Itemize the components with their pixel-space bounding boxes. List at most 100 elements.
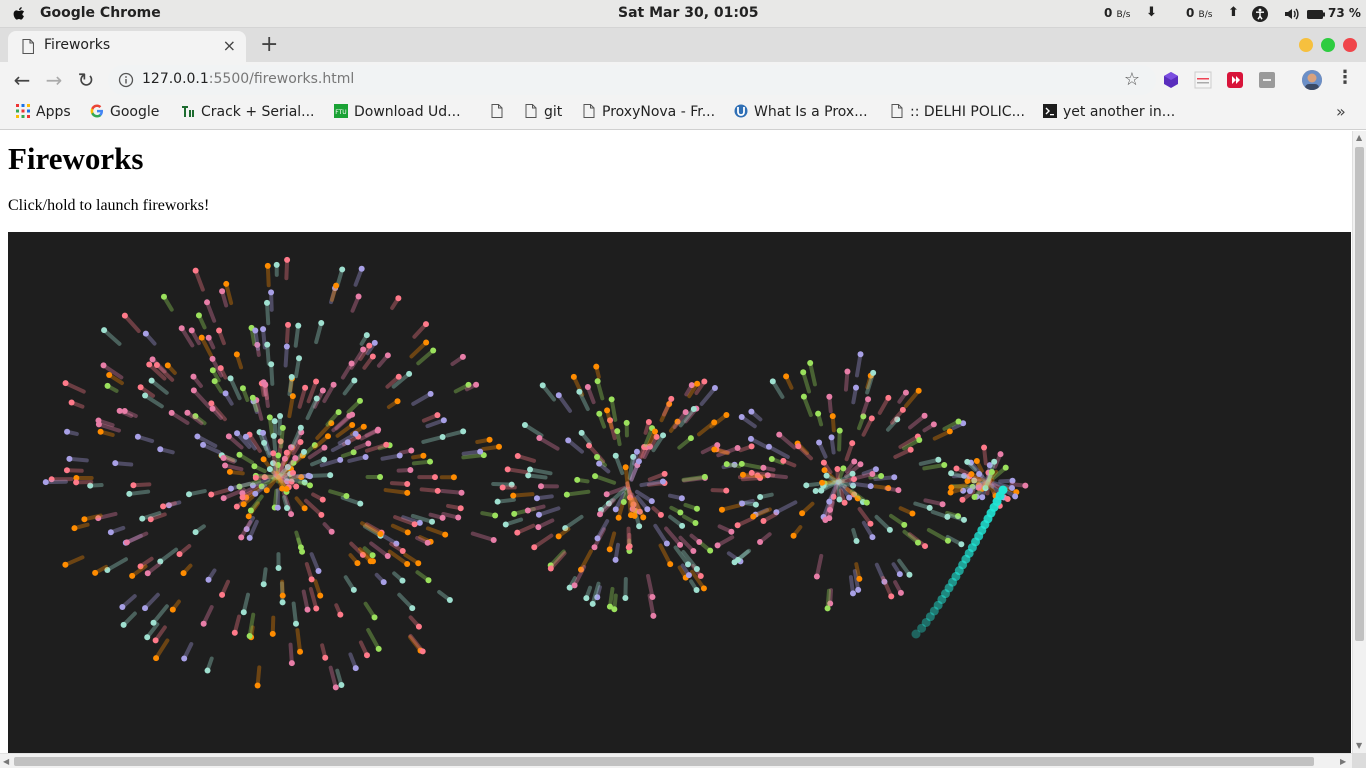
firework-particle (594, 378, 605, 401)
horizontal-scrollbar[interactable]: ◀ ▶ (0, 753, 1352, 768)
volume-icon[interactable] (1283, 5, 1301, 23)
minimize-window-button[interactable] (1299, 38, 1313, 52)
firework-particle (824, 588, 831, 612)
firework-particle (723, 461, 742, 469)
firework-particle (275, 552, 282, 571)
firework-particle (606, 531, 617, 553)
bookmark-what-is-proxy[interactable]: What Is a Prox... (734, 104, 868, 124)
firework-particle (623, 419, 630, 438)
bookmark-proxynova[interactable]: ProxyNova - Fr... (582, 104, 715, 124)
firework-particle (284, 256, 291, 281)
firework-particle (510, 492, 535, 499)
firework-particle (578, 429, 592, 445)
firework-particle (342, 377, 358, 396)
maximize-window-button[interactable] (1321, 38, 1335, 52)
bookmark-download-ud[interactable]: FTU Download Ud... (334, 104, 461, 124)
firework-particle (353, 440, 372, 451)
firework-particle (322, 522, 335, 535)
firework-particle (297, 384, 309, 409)
firework-particle (439, 474, 457, 481)
vertical-scrollbar[interactable]: ▲ ▼ (1352, 131, 1366, 753)
os-app-name[interactable]: Google Chrome (40, 5, 161, 21)
firework-particle (908, 412, 928, 430)
firework-particle (294, 355, 303, 379)
firework-particle (776, 431, 797, 450)
firework-particle (475, 436, 493, 445)
firework-particle (748, 408, 763, 422)
firework-particle (514, 523, 536, 536)
reload-button[interactable]: ↻ (74, 68, 98, 92)
firework-particle (348, 652, 359, 672)
chrome-menu-icon[interactable]: ⋮ (1336, 67, 1354, 88)
bookmark-crack-serial[interactable]: Crack + Serial... (181, 104, 315, 124)
bookmark-label: Google (110, 104, 160, 120)
bookmark-delhi-police[interactable]: :: DELHI POLIC... (890, 104, 1025, 124)
new-tab-button[interactable]: + (260, 32, 278, 57)
firework-particle (537, 483, 559, 490)
bookmark-yet-another[interactable]: yet another in... (1043, 104, 1175, 124)
firework-particle (461, 448, 484, 456)
bookmark-label: Apps (36, 104, 71, 120)
firework-particle (411, 452, 427, 460)
address-bar[interactable]: 127.0.0.1:5500/fireworks.html ☆ (108, 65, 1156, 95)
firework-particle (800, 369, 812, 394)
firework-particle (527, 466, 553, 476)
scroll-down-arrow-icon[interactable]: ▼ (1356, 741, 1362, 750)
extension-gray-icon[interactable] (1258, 71, 1276, 89)
close-tab-icon[interactable]: × (223, 36, 236, 55)
url-text[interactable]: 127.0.0.1:5500/fireworks.html (142, 71, 354, 87)
site-info-icon[interactable] (118, 72, 134, 88)
apps-grid-icon (16, 104, 30, 118)
apple-icon[interactable] (10, 5, 28, 23)
firework-particle (303, 498, 325, 518)
firework-particle (157, 547, 179, 565)
firework-particle (231, 614, 242, 636)
bookmark-untitled[interactable] (490, 104, 510, 124)
firework-particle (192, 267, 205, 292)
firework-particle (399, 447, 415, 455)
more-bookmarks-icon[interactable]: » (1336, 102, 1346, 121)
bookmark-git[interactable]: git (524, 104, 562, 124)
scroll-right-arrow-icon[interactable]: ▶ (1340, 757, 1346, 766)
profile-avatar[interactable] (1302, 70, 1322, 90)
accessibility-icon[interactable] (1251, 5, 1269, 23)
firework-particle (536, 435, 560, 451)
scroll-left-arrow-icon[interactable]: ◀ (3, 757, 9, 766)
firework-particle (340, 495, 364, 507)
firework-particle (269, 615, 276, 637)
fireworks-canvas[interactable] (8, 232, 1351, 753)
firework-particle (795, 443, 814, 461)
back-button[interactable]: ← (10, 68, 34, 92)
firework-particle (593, 363, 601, 379)
firework-particle (612, 542, 621, 563)
firework-particle (480, 511, 499, 519)
firework-particle (622, 576, 629, 602)
firework-particle (417, 474, 438, 481)
bookmark-star-icon[interactable]: ☆ (1124, 69, 1140, 90)
firework-particle (266, 414, 275, 439)
firework-particle (263, 299, 271, 326)
firework-particle (397, 592, 416, 612)
close-window-button[interactable] (1343, 38, 1357, 52)
bookmark-apps[interactable]: Apps (16, 104, 71, 124)
scroll-up-arrow-icon[interactable]: ▲ (1356, 133, 1362, 142)
extension-sh-icon[interactable] (1194, 71, 1212, 89)
rocket-trail-particle (998, 485, 1008, 495)
forward-button[interactable]: → (42, 68, 66, 92)
horizontal-scroll-thumb[interactable] (14, 757, 1314, 766)
firework-particle (374, 572, 387, 586)
vertical-scroll-thumb[interactable] (1355, 147, 1364, 641)
firework-particle (392, 571, 406, 584)
bookmark-google[interactable]: Google (90, 104, 159, 124)
os-clock[interactable]: Sat Mar 30, 01:05 (618, 5, 759, 21)
firework-particle (264, 262, 271, 288)
extension-red-play-icon[interactable] (1226, 71, 1244, 89)
firework-particle (718, 502, 746, 513)
extension-purple-cube-icon[interactable] (1162, 71, 1180, 89)
firework-particle (700, 542, 714, 554)
battery-icon[interactable] (1306, 5, 1326, 23)
firework-particle (854, 562, 863, 582)
tab-fireworks[interactable]: Fireworks × (8, 31, 246, 62)
firework-particle (386, 398, 401, 410)
firework-particle (828, 434, 836, 455)
